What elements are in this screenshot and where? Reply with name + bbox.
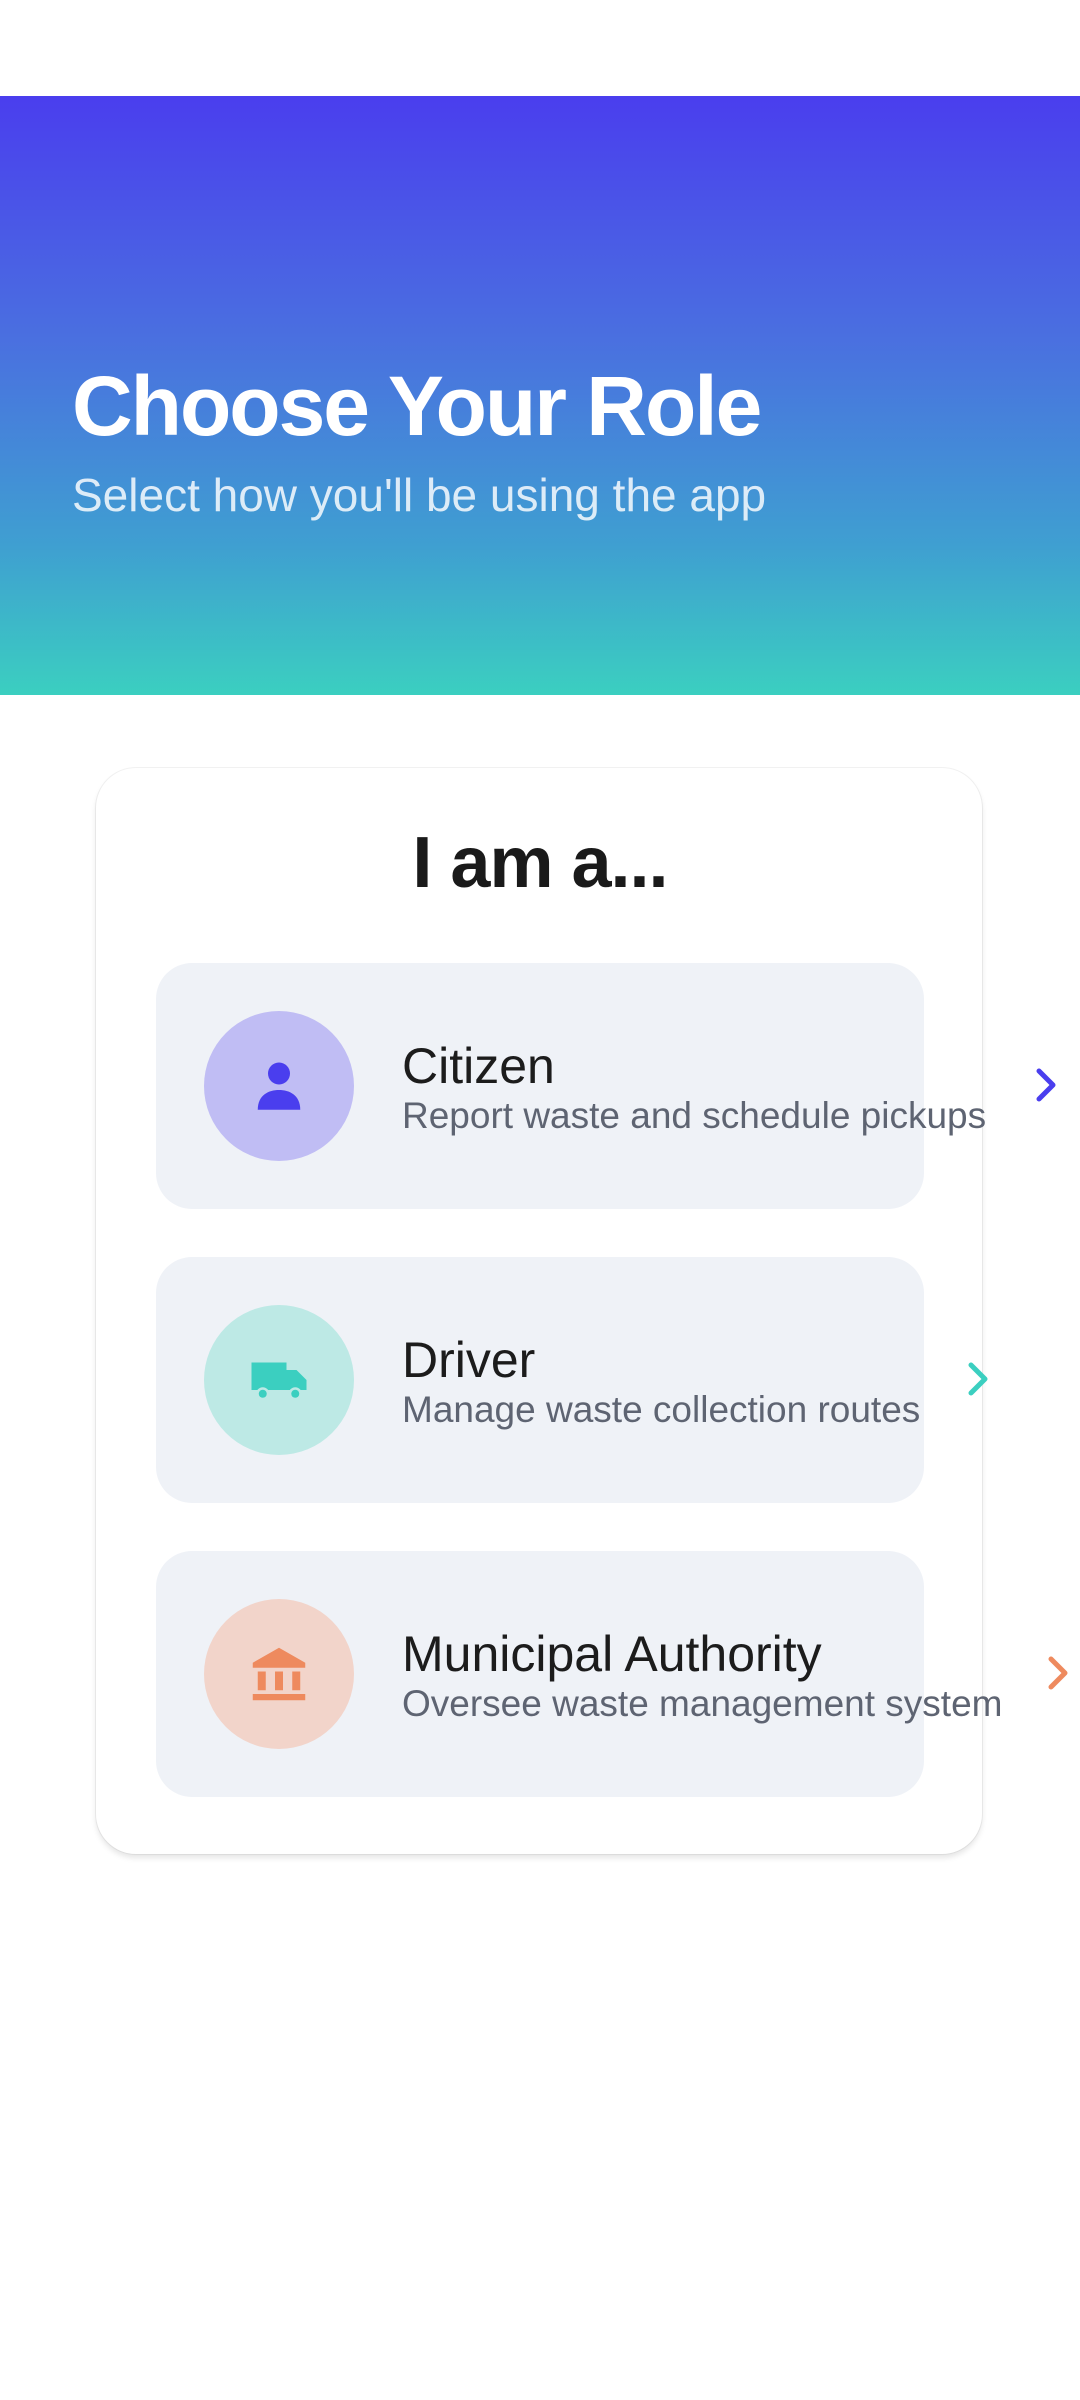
panel-heading: I am a... <box>412 823 668 903</box>
role-desc-municipal-authority: Oversee waste management system <box>402 1683 1003 1724</box>
role-desc-driver: Manage waste collection routes <box>402 1389 921 1430</box>
person-icon <box>257 1062 301 1110</box>
role-title-citizen: Citizen <box>402 1038 555 1094</box>
driver-icon-circle <box>204 1305 354 1455</box>
status-bar <box>0 0 1080 96</box>
truck-icon <box>251 1362 307 1401</box>
chevron-right-icon[interactable] <box>1031 1063 1061 1107</box>
bank-icon <box>252 1647 306 1701</box>
role-title-municipal-authority: Municipal Authority <box>402 1626 822 1682</box>
municipal-icon-circle <box>204 1599 354 1749</box>
chevron-right-icon[interactable] <box>1043 1651 1073 1695</box>
page-title: Choose Your Role <box>72 359 762 453</box>
chevron-right-icon[interactable] <box>963 1357 993 1401</box>
citizen-icon-circle <box>204 1011 354 1161</box>
role-title-driver: Driver <box>402 1332 536 1388</box>
page-subtitle: Select how you'll be using the app <box>72 469 767 521</box>
role-card-driver[interactable] <box>156 1257 924 1503</box>
role-desc-citizen: Report waste and schedule pickups <box>402 1095 987 1136</box>
